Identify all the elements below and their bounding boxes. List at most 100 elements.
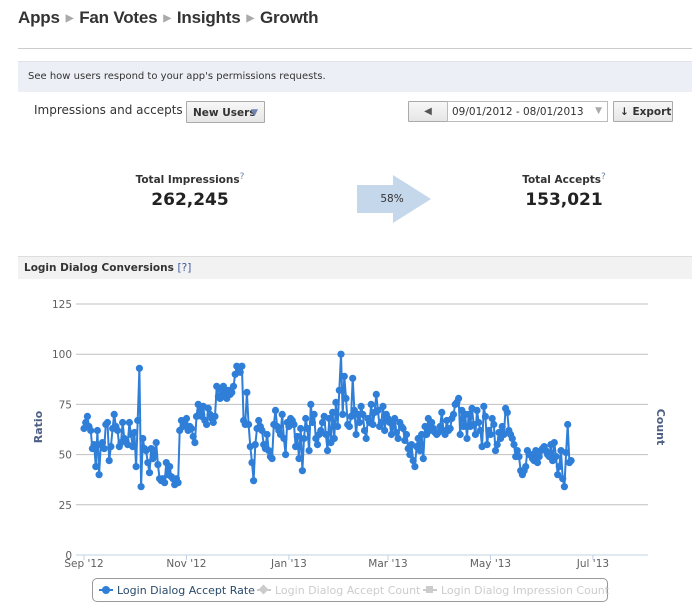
data-point [293, 432, 301, 441]
data-point [562, 449, 570, 457]
y-axis-label: Ratio [32, 410, 45, 443]
data-point [238, 362, 246, 370]
data-point [243, 388, 251, 396]
data-point [107, 443, 115, 451]
x-tick-label: Jan '13 [270, 558, 307, 570]
data-point [83, 412, 91, 420]
data-point [329, 408, 337, 416]
breadcrumb-apps[interactable]: Apps [18, 8, 60, 27]
section-title: Login Dialog Conversions [24, 262, 174, 274]
previous-range-button[interactable]: ◀ [408, 101, 448, 122]
data-point [337, 350, 345, 358]
data-point [463, 434, 471, 443]
data-point [110, 410, 118, 418]
data-point [268, 455, 276, 463]
data-point [493, 441, 501, 449]
data-point [303, 424, 311, 433]
help-icon[interactable]: ? [601, 172, 606, 182]
data-point [189, 432, 197, 441]
data-point [95, 471, 103, 479]
data-point [357, 402, 365, 410]
data-point [456, 430, 464, 439]
data-point [290, 420, 298, 429]
data-point [251, 441, 259, 449]
download-icon: ↓ [620, 106, 629, 118]
data-point [476, 426, 484, 435]
help-icon[interactable]: ? [240, 172, 245, 182]
data-point [182, 414, 191, 423]
data-point [318, 418, 327, 427]
data-point [503, 408, 511, 416]
export-label: Export [632, 106, 672, 118]
data-point [564, 420, 572, 429]
data-point [552, 453, 560, 461]
data-point [271, 406, 280, 414]
data-point [332, 398, 340, 406]
diamond-marker-icon [257, 584, 271, 595]
legend-item-accept-rate[interactable]: Login Dialog Accept Rate [99, 584, 255, 597]
breadcrumb-separator-icon: ▶ [65, 13, 74, 24]
data-point [92, 463, 100, 471]
chevron-down-icon: ▼ [251, 108, 258, 118]
data-point [278, 410, 286, 418]
data-point [250, 477, 258, 485]
data-point [475, 418, 483, 427]
series-accept-rate [80, 350, 575, 491]
data-point [480, 402, 488, 410]
y-tick-label: 125 [52, 299, 72, 311]
data-point [282, 451, 290, 459]
data-point [174, 479, 182, 487]
data-point [490, 420, 498, 429]
arrow-left-icon: ◀ [424, 106, 432, 117]
data-point [228, 388, 236, 396]
date-range-value: 09/01/2012 - 08/01/2013 [452, 106, 584, 118]
data-point [100, 445, 108, 453]
data-point [486, 430, 495, 439]
data-point [360, 426, 369, 435]
data-point [211, 412, 219, 420]
data-point [298, 467, 306, 475]
export-button[interactable]: ↓ Export [613, 101, 673, 122]
data-point [342, 394, 350, 402]
data-point [129, 443, 137, 451]
data-point [394, 434, 402, 443]
data-point [134, 416, 142, 425]
conversion-rate: 58% [380, 193, 404, 205]
x-tick-label: Mar '13 [368, 558, 407, 570]
x-tick-label: Jul '13 [576, 558, 609, 570]
filter-label: Impressions and accepts for [34, 103, 203, 117]
data-point [515, 453, 523, 461]
breadcrumb-fan-votes[interactable]: Fan Votes [79, 8, 157, 27]
data-point [137, 483, 145, 491]
info-text: See how users respond to your app's perm… [28, 71, 326, 82]
data-point [498, 422, 506, 431]
breadcrumb-insights[interactable]: Insights [177, 8, 241, 27]
data-point [125, 418, 133, 427]
data-point [349, 374, 357, 382]
data-point [292, 443, 300, 451]
data-point [560, 483, 569, 491]
date-range-dropdown[interactable]: 09/01/2012 - 08/01/2013 ▼ [447, 101, 608, 122]
user-type-selected: New Users [193, 107, 256, 119]
data-point [460, 422, 468, 431]
data-point [263, 430, 271, 439]
data-point [381, 426, 389, 435]
legend-item-accept-count[interactable]: Login Dialog Accept Count [257, 584, 420, 597]
breadcrumb-separator-icon: ▶ [163, 13, 171, 24]
total-accepts-label: Total Accepts [522, 174, 602, 186]
data-point [209, 418, 217, 427]
legend-label: Login Dialog Accept Rate [117, 584, 255, 597]
legend-item-impression-count[interactable]: Login Dialog Impression Count [423, 584, 609, 597]
y-tick-label: 50 [59, 450, 72, 462]
data-point [369, 420, 377, 429]
section-header: Login Dialog Conversions [?] [18, 256, 692, 279]
section-help-link[interactable]: [?] [178, 262, 192, 274]
data-point [187, 424, 196, 433]
header-divider [18, 48, 692, 49]
data-point [323, 447, 332, 455]
x-tick-label: May '13 [470, 558, 511, 570]
user-type-dropdown[interactable]: New Users ▼ [186, 101, 265, 123]
data-point [229, 382, 238, 390]
data-point [411, 463, 419, 471]
total-impressions-stat: Total Impressions? 262,245 [110, 172, 270, 210]
